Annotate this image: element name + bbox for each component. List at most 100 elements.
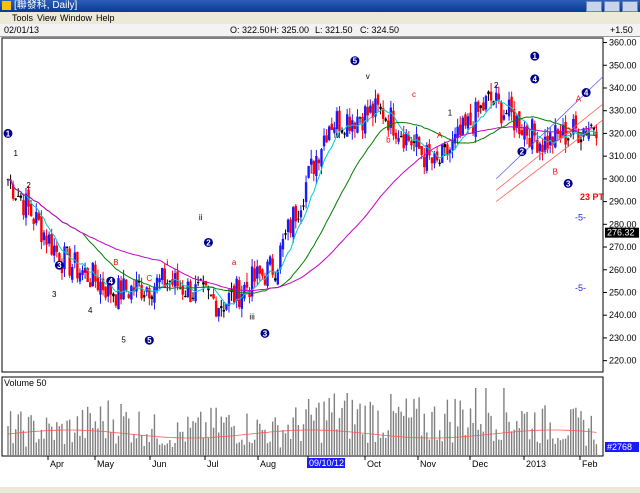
candle-body xyxy=(497,93,500,100)
candle-body xyxy=(196,282,200,284)
time-axis-label: Apr xyxy=(50,459,64,469)
candle-body xyxy=(37,213,41,220)
candle-body xyxy=(17,195,20,197)
candle-body xyxy=(253,268,256,282)
menu-help[interactable]: Help xyxy=(96,12,115,24)
candle-body xyxy=(518,111,521,135)
candle-body xyxy=(520,130,524,136)
candle-body xyxy=(55,245,59,252)
candle-body xyxy=(45,235,48,245)
candle-body xyxy=(538,143,542,152)
candle-body xyxy=(548,132,552,146)
wave-black-label: iv xyxy=(334,131,340,140)
wave-red-label: B xyxy=(113,258,118,267)
candle-body xyxy=(412,141,416,143)
status-bar xyxy=(0,487,640,493)
candle-body xyxy=(281,238,285,250)
candle-body xyxy=(68,248,71,276)
candle-body xyxy=(250,266,254,297)
menu-tools[interactable]: Tools xyxy=(12,12,33,24)
price-panel xyxy=(1,37,604,373)
candle-body xyxy=(89,282,92,288)
candle-body xyxy=(181,285,184,295)
candle-body xyxy=(505,112,508,115)
candle-body xyxy=(274,278,277,281)
candle-body xyxy=(489,91,493,101)
candle-body xyxy=(446,144,449,156)
close-button[interactable] xyxy=(622,1,638,12)
price-axis-label: 230.00 xyxy=(609,333,637,343)
candle-body xyxy=(510,96,513,113)
price-axis-label: 330.00 xyxy=(609,106,637,116)
candle-body xyxy=(479,105,482,108)
candle-body xyxy=(22,200,25,216)
wave-black-label: 2 xyxy=(26,181,31,190)
price-axis-label: 270.00 xyxy=(609,242,637,252)
candle-body xyxy=(184,296,187,298)
wave-black-label: 3 xyxy=(52,290,57,299)
candle-body xyxy=(541,144,544,153)
time-axis-label: Oct xyxy=(367,459,382,469)
candle-body xyxy=(384,118,387,121)
candle-body xyxy=(245,281,249,288)
candle-body xyxy=(443,143,447,148)
candle-body xyxy=(338,110,341,132)
wave-circle-text: 1 xyxy=(6,129,11,138)
time-axis-label: 2013 xyxy=(526,459,546,469)
candle-body xyxy=(363,106,367,134)
wave-circle-text: 3 xyxy=(566,179,571,188)
maximize-button[interactable] xyxy=(604,1,620,12)
candle-body xyxy=(379,106,382,110)
wave-circle-text: 5 xyxy=(353,57,358,66)
info-date: 02/01/13 xyxy=(4,25,40,35)
candle-body xyxy=(220,306,223,309)
candle-body xyxy=(299,210,303,218)
candle-body xyxy=(289,219,292,234)
candle-body xyxy=(125,279,128,292)
candle-body xyxy=(376,94,380,105)
info-change: +1.50 xyxy=(610,25,633,35)
candle-body xyxy=(433,153,436,164)
wave-black-label: 1 xyxy=(448,108,453,117)
candle-body xyxy=(399,135,403,137)
candle-body xyxy=(91,262,94,287)
candle-body xyxy=(566,138,570,141)
candle-body xyxy=(405,132,408,146)
candle-body xyxy=(29,203,33,217)
price-axis-label: 260.00 xyxy=(609,265,637,275)
price-chart[interactable]: 360.00 350.00 340.00 330.00 320.00 310.00 300.… xyxy=(0,36,640,493)
candle-body xyxy=(317,159,321,164)
candle-body xyxy=(42,232,46,241)
volume-last-label: #2768 xyxy=(607,442,632,452)
price-axis-label: 350.00 xyxy=(609,60,637,70)
price-axis-label: 250.00 xyxy=(609,287,637,297)
candle-body xyxy=(163,268,166,288)
menu-view[interactable]: View xyxy=(37,12,56,24)
candle-body xyxy=(96,277,100,291)
candle-body xyxy=(140,284,143,299)
candle-body xyxy=(515,115,518,128)
menu-bar: Tools View Window Help xyxy=(0,12,640,24)
candle-body xyxy=(256,266,259,279)
info-open: O: 322.50 xyxy=(230,25,270,35)
minimize-button[interactable] xyxy=(586,1,602,12)
candle-body xyxy=(335,111,339,130)
price-axis-label: 300.00 xyxy=(609,174,637,184)
candle-body xyxy=(35,211,38,224)
candle-body xyxy=(150,296,154,300)
candle-body xyxy=(176,271,179,287)
candle-body xyxy=(94,264,97,282)
candle-body xyxy=(261,269,264,276)
time-axis-label: Nov xyxy=(420,459,437,469)
candle-body xyxy=(40,215,43,242)
candle-body xyxy=(477,101,480,112)
info-close: C: 324.50 xyxy=(360,25,400,35)
candle-body xyxy=(348,116,351,131)
wave-black-label: 1 xyxy=(13,149,18,158)
menu-window[interactable]: Window xyxy=(60,12,92,24)
candle-body xyxy=(343,133,346,135)
candle-body xyxy=(466,116,470,129)
candle-body xyxy=(268,256,272,265)
candle-body xyxy=(495,92,498,101)
candle-body xyxy=(438,162,441,165)
